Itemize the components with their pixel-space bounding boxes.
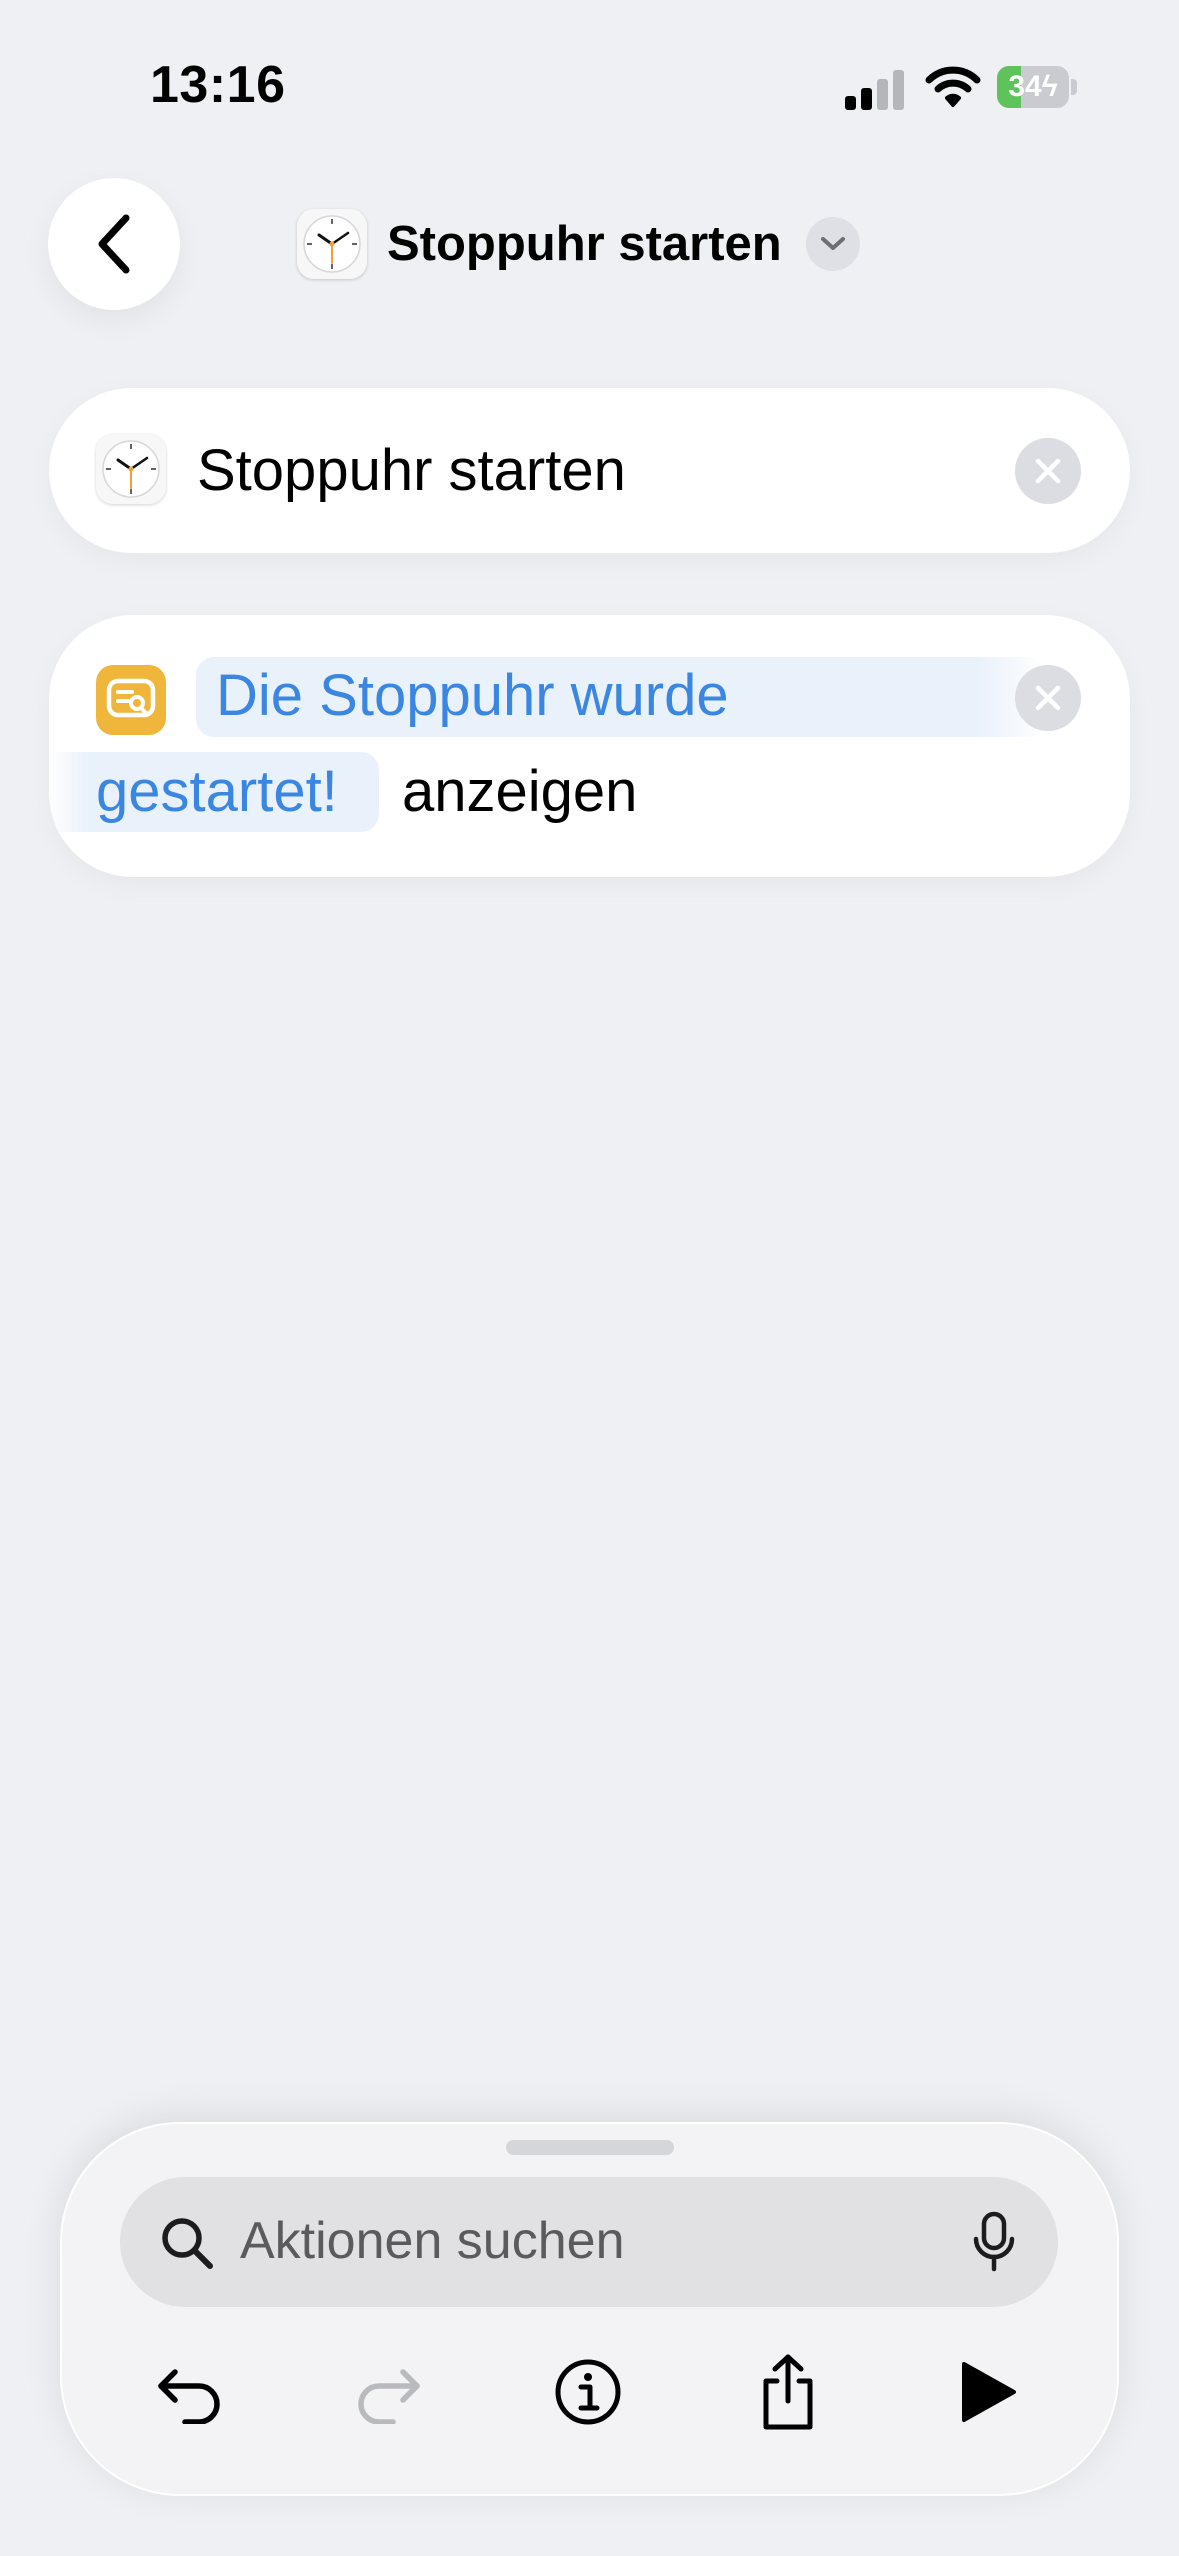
search-icon <box>162 2218 213 2269</box>
remove-action-button[interactable] <box>1015 665 1081 731</box>
status-time: 13:16 <box>150 56 286 114</box>
action-suffix: anzeigen <box>402 759 638 824</box>
battery-indicator: 34ϟ <box>997 66 1077 108</box>
charging-bolt-icon: ϟ <box>1041 70 1058 103</box>
search-placeholder: Aktionen suchen <box>240 2212 625 2270</box>
undo-button[interactable] <box>140 2342 240 2442</box>
show-result-icon <box>96 665 166 735</box>
clock-icon <box>96 434 166 504</box>
message-variable-line2[interactable]: gestartet! <box>96 757 338 827</box>
play-icon <box>962 2362 1016 2422</box>
remove-action-button[interactable] <box>1015 438 1081 504</box>
back-button[interactable] <box>48 178 180 310</box>
redo-icon <box>358 2369 420 2424</box>
message-variable-line1[interactable]: Die Stoppuhr wurde <box>216 661 729 731</box>
close-icon <box>1035 458 1061 484</box>
search-input[interactable]: Aktionen suchen <box>120 2177 1058 2307</box>
cellular-signal-icon <box>845 70 904 110</box>
actions-bottom-sheet: Aktionen suchen <box>60 2122 1119 2496</box>
wifi-icon <box>925 66 981 107</box>
clock-icon <box>297 209 367 279</box>
signal-bar <box>877 79 888 110</box>
sheet-grabber[interactable] <box>506 2140 674 2155</box>
info-button[interactable] <box>538 2342 638 2442</box>
share-button[interactable] <box>738 2342 838 2442</box>
signal-bar <box>845 96 856 110</box>
run-shortcut-button[interactable] <box>938 2342 1038 2442</box>
chevron-left-icon <box>98 214 130 274</box>
undo-icon <box>158 2369 220 2424</box>
signal-bar <box>893 70 904 110</box>
close-icon <box>1035 685 1061 711</box>
nav-title: Stoppuhr starten <box>387 217 782 271</box>
signal-bar <box>861 88 872 110</box>
action-card-show-result[interactable]: Die Stoppuhr wurde gestartet! anzeigen <box>49 615 1130 877</box>
info-icon <box>555 2359 621 2425</box>
chevron-down-icon[interactable] <box>805 217 860 271</box>
microphone-icon[interactable] <box>972 2211 1016 2273</box>
action-card-start-stopwatch[interactable]: Stoppuhr starten <box>49 388 1130 553</box>
share-icon <box>763 2354 813 2430</box>
battery-percent: 34 <box>1008 70 1042 103</box>
action-title: Stoppuhr starten <box>197 438 626 503</box>
redo-button[interactable] <box>338 2342 438 2442</box>
shortcut-title-menu[interactable]: Stoppuhr starten <box>297 204 860 284</box>
